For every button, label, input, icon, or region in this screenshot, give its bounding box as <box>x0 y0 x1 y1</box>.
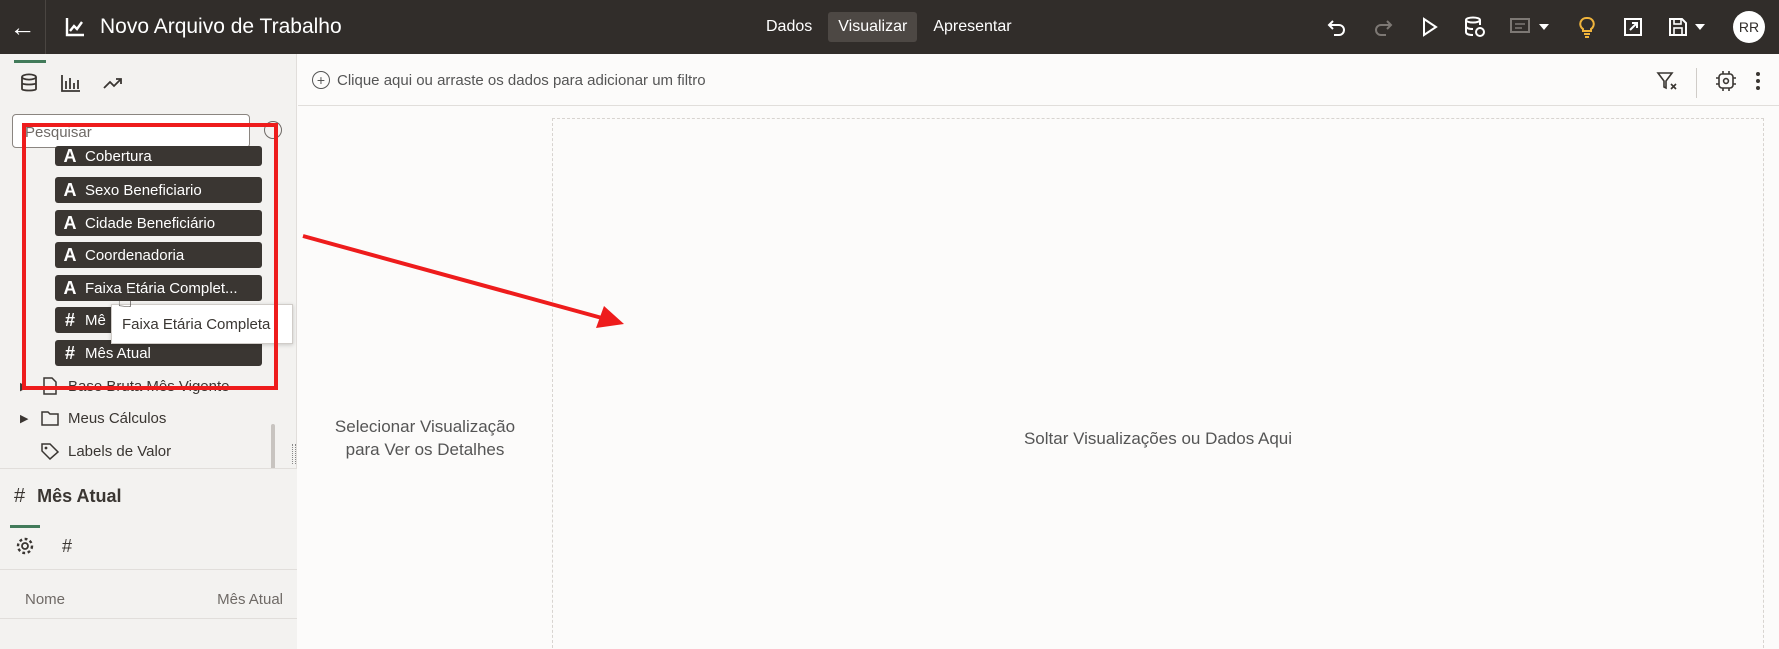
details-text-line2: para Ver os Detalhes <box>345 440 505 459</box>
details-text-line1: Selecionar Visualização <box>334 417 516 436</box>
save-icon[interactable] <box>1667 15 1711 39</box>
workbook-title[interactable]: Novo Arquivo de Trabalho <box>100 15 342 39</box>
filter-actions <box>1656 68 1761 98</box>
tree-item-label: Meus Cálculos <box>68 409 167 427</box>
workbook-icon <box>65 18 84 37</box>
redo-icon[interactable] <box>1371 15 1395 39</box>
toolbar: RR <box>1325 0 1765 54</box>
property-label: Nome <box>25 591 66 608</box>
auto-apply-icon[interactable] <box>1715 70 1737 97</box>
divider <box>1696 68 1697 98</box>
visualizations-icon[interactable] <box>60 70 82 96</box>
property-row-nome[interactable]: Nome Mês Atual <box>0 591 297 608</box>
properties-title-text: Mês Atual <box>37 486 122 506</box>
insights-icon[interactable] <box>1575 15 1599 39</box>
property-value[interactable]: Mês Atual <box>217 591 283 608</box>
refresh-data-icon[interactable] <box>1463 15 1487 39</box>
folder-icon <box>41 411 59 426</box>
expand-caret-icon[interactable]: ▶ <box>20 412 34 425</box>
panel-resize-handle[interactable] <box>292 444 296 464</box>
canvas-drop-zone[interactable]: Soltar Visualizações ou Dados Aqui <box>552 118 1764 649</box>
divider <box>0 618 297 619</box>
export-icon[interactable] <box>1621 15 1645 39</box>
comments-icon[interactable] <box>1509 15 1553 39</box>
top-bar: ← Novo Arquivo de Trabalho Dados Visuali… <box>0 0 1779 54</box>
settings-icon[interactable] <box>10 525 40 557</box>
panel-tabs <box>0 54 296 106</box>
data-icon[interactable] <box>14 60 46 96</box>
properties-pane: # Mês Atual # Nome Mês Atual <box>0 468 297 649</box>
back-arrow-icon[interactable]: ← <box>0 0 46 54</box>
tree-item-label: Labels de Valor <box>68 442 172 460</box>
details-placeholder: Selecionar Visualização para Ver os Deta… <box>300 415 550 461</box>
number-format-icon[interactable]: # <box>56 535 78 557</box>
tab-visualizar[interactable]: Visualizar <box>828 12 918 42</box>
add-circle-icon: + <box>312 71 330 89</box>
user-avatar[interactable]: RR <box>1733 11 1765 43</box>
tag-icon <box>41 443 60 460</box>
undo-icon[interactable] <box>1325 15 1349 39</box>
tree-item-labels-de-valor[interactable]: Labels de Valor <box>20 442 171 460</box>
more-options-icon[interactable] <box>1755 71 1761 96</box>
divider <box>0 569 297 570</box>
properties-title: # Mês Atual <box>14 485 121 508</box>
analytics-icon[interactable] <box>102 70 124 96</box>
play-icon[interactable] <box>1417 15 1441 39</box>
add-filter-label: Clique aqui ou arraste os dados para adi… <box>337 71 706 89</box>
mode-tabs: Dados Visualizar Apresentar <box>756 12 1022 42</box>
filter-bar: + Clique aqui ou arraste os dados para a… <box>298 54 1779 106</box>
properties-tabs: # <box>10 525 78 563</box>
title-area: Novo Arquivo de Trabalho <box>64 15 342 39</box>
add-filter-button[interactable]: + Clique aqui ou arraste os dados para a… <box>312 71 706 89</box>
drop-zone-label: Soltar Visualizações ou Dados Aqui <box>1023 429 1293 448</box>
tab-apresentar[interactable]: Apresentar <box>923 12 1021 42</box>
tree-item-meus-calculos[interactable]: ▶ Meus Cálculos <box>20 409 166 427</box>
annotation-highlight-box <box>22 123 278 390</box>
tab-dados[interactable]: Dados <box>756 12 822 42</box>
measure-type-icon: # <box>14 485 26 507</box>
filter-settings-icon[interactable] <box>1656 70 1678 97</box>
